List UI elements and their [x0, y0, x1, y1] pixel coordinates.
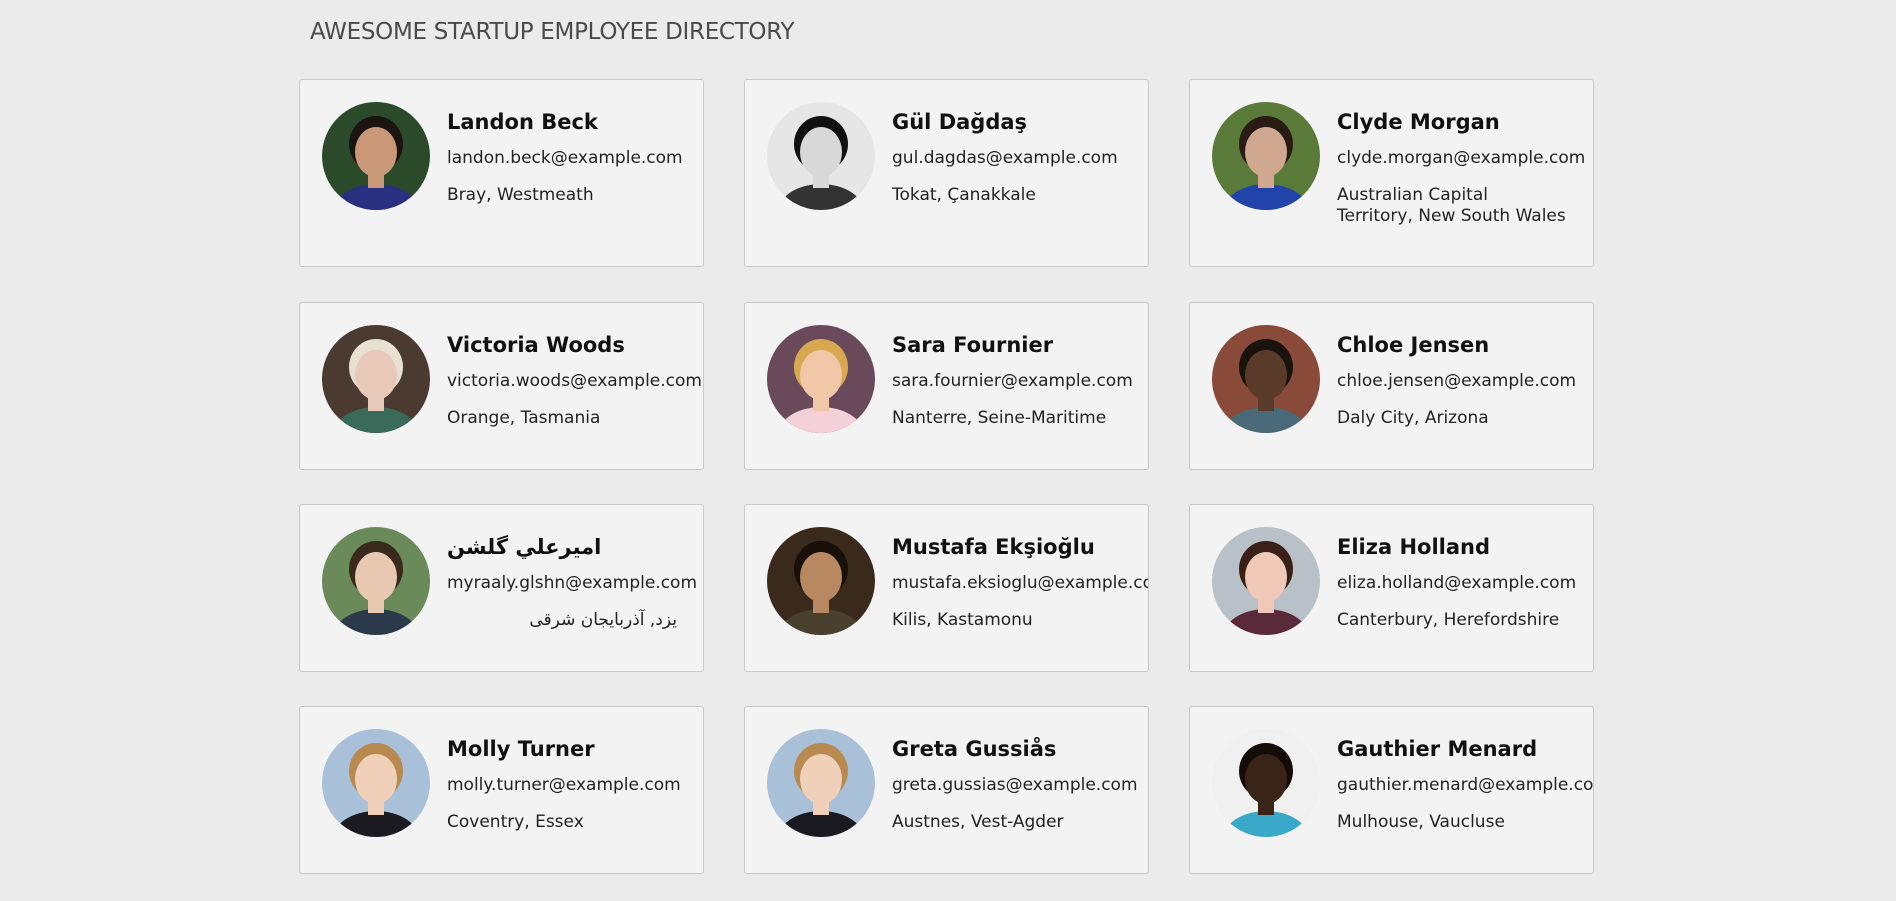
- employee-location: Bray, Westmeath: [447, 185, 594, 205]
- employee-name: اميرعلي گلشن: [447, 535, 602, 559]
- avatar-photo: [1212, 325, 1320, 433]
- employee-card[interactable]: Victoria Woods victoria.woods@example.co…: [299, 302, 704, 470]
- employee-name: Victoria Woods: [447, 333, 625, 357]
- employee-name: Greta Gussiås: [892, 737, 1057, 761]
- employee-location: Coventry, Essex: [447, 812, 584, 832]
- employee-location: Austnes, Vest-Agder: [892, 812, 1064, 832]
- employee-avatar: [322, 527, 430, 635]
- employee-location: Orange, Tasmania: [447, 408, 601, 428]
- employee-name: Sara Fournier: [892, 333, 1054, 357]
- avatar-photo: [322, 325, 430, 433]
- employee-email: clyde.morgan@example.com: [1337, 148, 1586, 168]
- employee-info: Clyde Morgan clyde.morgan@example.com Au…: [1337, 110, 1593, 227]
- employee-name: Eliza Holland: [1337, 535, 1490, 559]
- employee-card[interactable]: Molly Turner molly.turner@example.com Co…: [299, 706, 704, 874]
- avatar-photo: [767, 527, 875, 635]
- employee-avatar: [767, 325, 875, 433]
- employee-info: Molly Turner molly.turner@example.com Co…: [447, 737, 703, 833]
- employee-email: chloe.jensen@example.com: [1337, 371, 1577, 391]
- employee-card[interactable]: Gül Dağdaş gul.dagdas@example.com Tokat,…: [744, 79, 1149, 267]
- employee-email: eliza.holland@example.com: [1337, 573, 1577, 593]
- employee-card[interactable]: Greta Gussiås greta.gussias@example.com …: [744, 706, 1149, 874]
- employee-name: Clyde Morgan: [1337, 110, 1500, 134]
- employee-name: Landon Beck: [447, 110, 598, 134]
- employee-avatar: [1212, 325, 1320, 433]
- employee-info: Gauthier Menard gauthier.menard@example.…: [1337, 737, 1593, 833]
- employee-avatar: [322, 102, 430, 210]
- employee-email: myraaly.glshn@example.com: [447, 573, 698, 593]
- employee-avatar: [1212, 527, 1320, 635]
- employee-card[interactable]: Eliza Holland eliza.holland@example.com …: [1189, 504, 1594, 672]
- employee-email: gul.dagdas@example.com: [892, 148, 1118, 168]
- employee-name: Molly Turner: [447, 737, 595, 761]
- employee-email: victoria.woods@example.com: [447, 371, 702, 391]
- employee-card[interactable]: Sara Fournier sara.fournier@example.com …: [744, 302, 1149, 470]
- employee-name: Mustafa Ekşioğlu: [892, 535, 1095, 559]
- avatar-photo: [767, 729, 875, 837]
- employee-avatar: [767, 527, 875, 635]
- employee-name: Gül Dağdaş: [892, 110, 1028, 134]
- employee-card[interactable]: Chloe Jensen chloe.jensen@example.com Da…: [1189, 302, 1594, 470]
- employee-info: Landon Beck landon.beck@example.com Bray…: [447, 110, 703, 206]
- employee-avatar: [1212, 729, 1320, 837]
- employee-info: Sara Fournier sara.fournier@example.com …: [892, 333, 1148, 429]
- employee-card[interactable]: Landon Beck landon.beck@example.com Bray…: [299, 79, 704, 267]
- avatar-photo: [1212, 102, 1320, 210]
- employee-location: Australian Capital Territory, New South …: [1337, 185, 1566, 226]
- employee-info: Greta Gussiås greta.gussias@example.com …: [892, 737, 1148, 833]
- directory-page: AWESOME STARTUP EMPLOYEE DIRECTORY Lando…: [0, 0, 1896, 901]
- employee-location: Daly City, Arizona: [1337, 408, 1489, 428]
- employee-avatar: [767, 729, 875, 837]
- employee-location: Canterbury, Herefordshire: [1337, 610, 1560, 630]
- avatar-photo: [767, 325, 875, 433]
- employee-location: Kilis, Kastamonu: [892, 610, 1033, 630]
- employee-avatar: [767, 102, 875, 210]
- avatar-photo: [767, 102, 875, 210]
- employee-email: mustafa.eksioglu@example.com: [892, 573, 1149, 593]
- employee-location: Mulhouse, Vaucluse: [1337, 812, 1505, 832]
- employee-name: Chloe Jensen: [1337, 333, 1490, 357]
- employee-avatar: [322, 325, 430, 433]
- avatar-photo: [1212, 729, 1320, 837]
- employee-name: Gauthier Menard: [1337, 737, 1538, 761]
- employee-info: Chloe Jensen chloe.jensen@example.com Da…: [1337, 333, 1593, 429]
- employee-card[interactable]: Clyde Morgan clyde.morgan@example.com Au…: [1189, 79, 1594, 267]
- employee-info: اميرعلي گلشن myraaly.glshn@example.com ي…: [447, 535, 703, 631]
- employee-email: landon.beck@example.com: [447, 148, 683, 168]
- employee-location: Nanterre, Seine-Maritime: [892, 408, 1107, 428]
- employee-info: Gül Dağdaş gul.dagdas@example.com Tokat,…: [892, 110, 1148, 206]
- employee-email: sara.fournier@example.com: [892, 371, 1133, 391]
- employee-avatar: [322, 729, 430, 837]
- employee-grid: Landon Beck landon.beck@example.com Bray…: [299, 79, 1601, 879]
- avatar-photo: [1212, 527, 1320, 635]
- page-title: AWESOME STARTUP EMPLOYEE DIRECTORY: [310, 19, 795, 45]
- avatar-photo: [322, 527, 430, 635]
- avatar-photo: [322, 729, 430, 837]
- employee-card[interactable]: اميرعلي گلشن myraaly.glshn@example.com ي…: [299, 504, 704, 672]
- employee-email: greta.gussias@example.com: [892, 775, 1138, 795]
- employee-location: يزد, آذربايجان شرقى: [529, 610, 677, 630]
- employee-card[interactable]: Gauthier Menard gauthier.menard@example.…: [1189, 706, 1594, 874]
- employee-card[interactable]: Mustafa Ekşioğlu mustafa.eksioglu@exampl…: [744, 504, 1149, 672]
- employee-info: Mustafa Ekşioğlu mustafa.eksioglu@exampl…: [892, 535, 1148, 631]
- employee-info: Eliza Holland eliza.holland@example.com …: [1337, 535, 1593, 631]
- employee-avatar: [1212, 102, 1320, 210]
- employee-info: Victoria Woods victoria.woods@example.co…: [447, 333, 703, 429]
- employee-email: molly.turner@example.com: [447, 775, 681, 795]
- employee-email: gauthier.menard@example.com: [1337, 775, 1594, 795]
- employee-location: Tokat, Çanakkale: [892, 185, 1036, 205]
- avatar-photo: [322, 102, 430, 210]
